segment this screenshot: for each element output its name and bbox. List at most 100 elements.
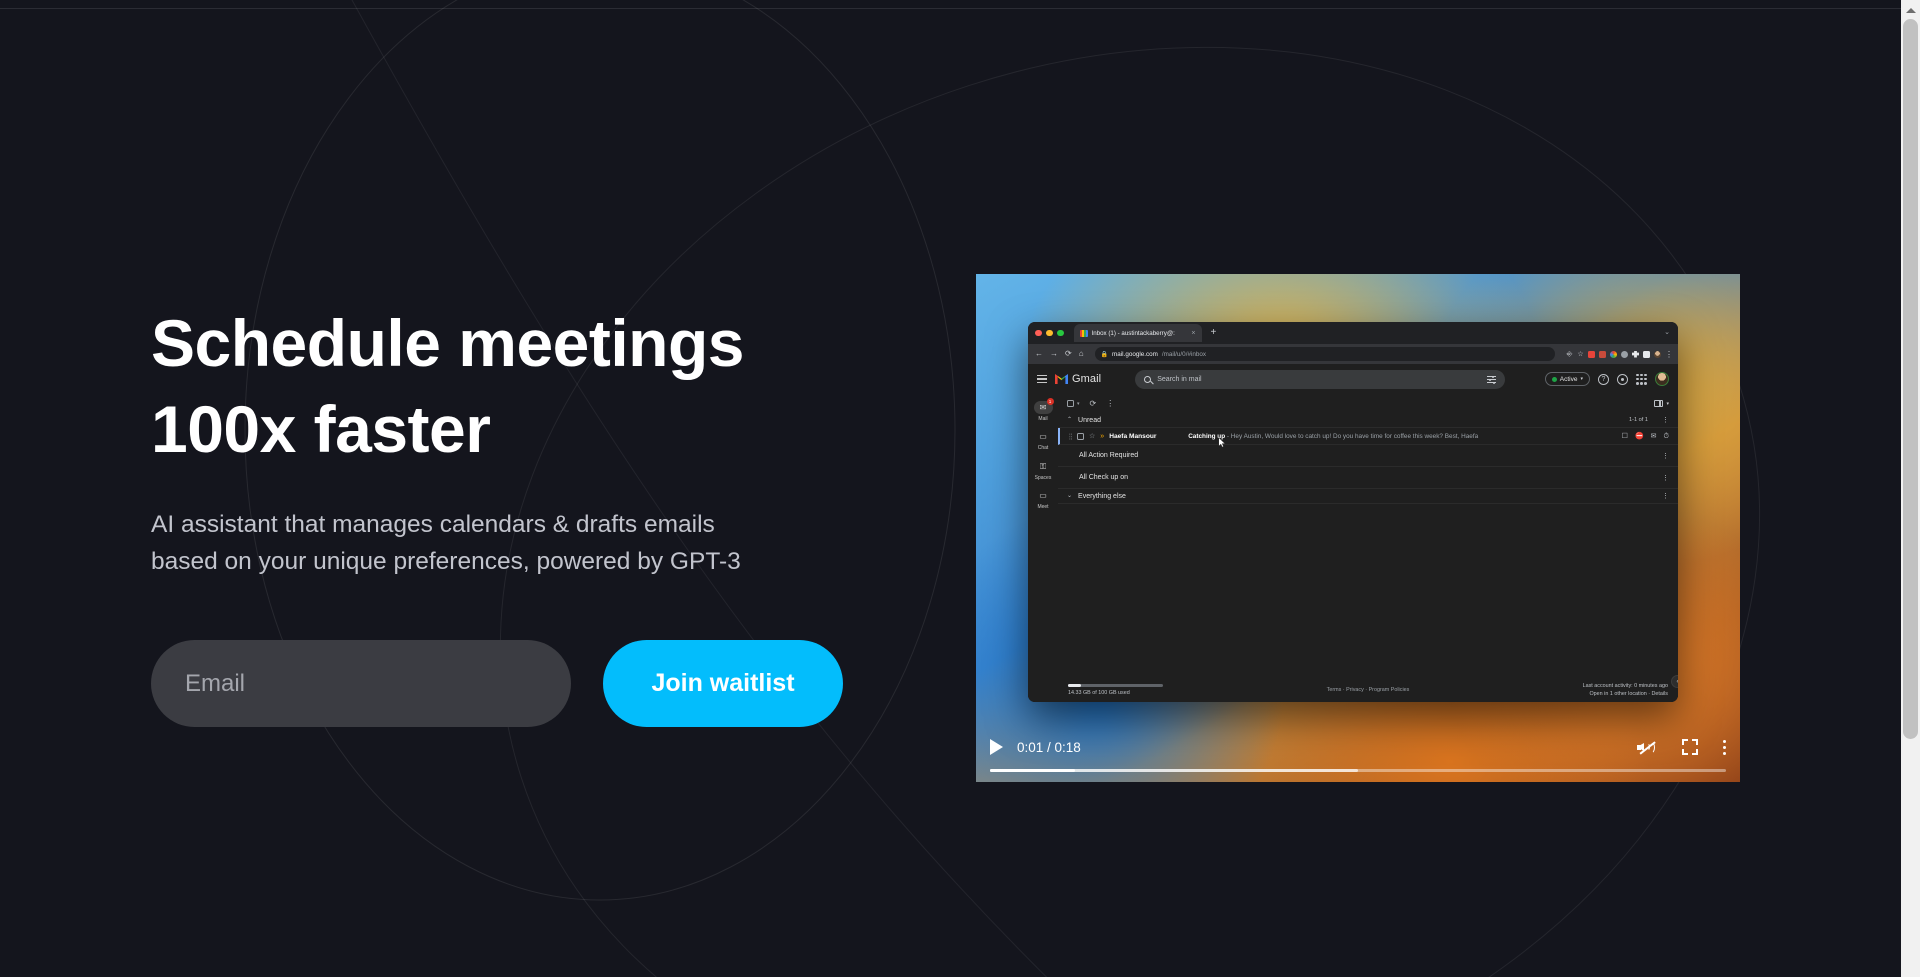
back-icon[interactable]: ← — [1035, 350, 1043, 358]
page-subtitle-line-2: based on your unique preferences, powere… — [151, 548, 741, 575]
email-snippet: Catching up - Hey Austin, Would love to … — [1188, 433, 1608, 440]
gmail-inbox-pane: ▾ ⟳ ⋮ ▾ ⌃ Unread 1-1 of 1 ⋮ ☆ » Haefa Ma… — [1058, 394, 1678, 702]
fullscreen-button[interactable] — [1682, 739, 1698, 755]
section-menu-icon-everything-else[interactable]: ⋮ — [1662, 492, 1669, 500]
mail-unread-badge: 1 — [1046, 398, 1054, 405]
top-divider — [0, 8, 1901, 9]
reload-icon[interactable]: ⟳ — [1065, 350, 1072, 358]
extension-icon-1[interactable] — [1588, 350, 1595, 358]
chrome-window: Inbox (1) - austintackaberry@: × + ⌄ ← →… — [1028, 322, 1678, 702]
video-controls-row: 0:01 / 0:18 — [976, 732, 1740, 762]
section-header-everything-else[interactable]: ⌄ Everything else ⋮ — [1058, 489, 1678, 504]
new-tab-icon[interactable]: + — [1211, 328, 1217, 338]
scrollbar-up-arrow[interactable] — [1901, 0, 1920, 19]
chrome-toolbar: ← → ⟳ ⌂ 🔒 mail.google.com /mail/u/0/#inb… — [1028, 344, 1678, 364]
meet-icon: ▭ — [1034, 490, 1053, 503]
waitlist-form: Join waitlist — [151, 640, 911, 727]
chrome-profile-avatar[interactable] — [1654, 350, 1661, 358]
address-bar[interactable]: 🔒 mail.google.com /mail/u/0/#inbox — [1094, 347, 1555, 361]
sidebar-item-chat[interactable]: ▭ Chat — [1034, 431, 1053, 452]
google-apps-icon[interactable] — [1636, 373, 1647, 385]
video-progress-bar[interactable] — [990, 769, 1726, 772]
extension-icon-4[interactable] — [1621, 350, 1628, 358]
email-list-item[interactable]: ☆ » Haefa Mansour Catching up - Hey Aust… — [1058, 428, 1678, 448]
forward-icon[interactable]: → — [1050, 350, 1058, 358]
refresh-icon[interactable]: ⟳ — [1090, 399, 1097, 408]
split-view-toggle[interactable]: ▾ — [1654, 400, 1669, 407]
side-panel-icon[interactable] — [1643, 350, 1650, 358]
section-all-check-up-on[interactable]: All Check up on ⋮ — [1058, 467, 1678, 489]
demo-video-player[interactable]: Inbox (1) - austintackaberry@: × + ⌄ ← →… — [976, 274, 1740, 782]
email-input[interactable] — [151, 640, 571, 727]
star-icon[interactable]: ☆ — [1089, 433, 1095, 440]
avatar[interactable] — [1655, 372, 1669, 386]
help-icon[interactable]: ? — [1598, 373, 1609, 385]
section-menu-icon-action-required[interactable]: ⋮ — [1662, 452, 1669, 460]
account-activity-line-2[interactable]: Open in 1 other location · Details — [1583, 691, 1668, 697]
important-marker-icon[interactable]: » — [1100, 433, 1104, 440]
extensions-puzzle-icon[interactable] — [1632, 350, 1639, 358]
email-hover-actions: ☐ ⛔ ✉ ⏱ — [1622, 433, 1669, 440]
section-header-unread[interactable]: ⌃ Unread 1-1 of 1 ⋮ — [1058, 413, 1678, 428]
drag-handle-icon[interactable] — [1069, 432, 1072, 440]
meet-glyph: ▭ — [1039, 491, 1047, 500]
section-all-action-required[interactable]: All Action Required ⋮ — [1058, 445, 1678, 467]
close-window-icon[interactable] — [1035, 329, 1042, 337]
minimize-window-icon[interactable] — [1046, 329, 1053, 337]
spaces-icon: ⚿ — [1034, 460, 1053, 473]
email-checkbox[interactable] — [1077, 432, 1084, 440]
select-all-checkbox[interactable] — [1067, 400, 1074, 407]
sidebar-item-chat-label: Chat — [1037, 445, 1049, 451]
section-menu-icon[interactable]: ⋮ — [1662, 416, 1669, 424]
collapse-icon: ⌃ — [1067, 417, 1073, 423]
gmail-header-actions: Active ▾ ? — [1544, 372, 1669, 386]
account-activity-line-1: Last account activity: 0 minutes ago — [1582, 683, 1668, 689]
status-badge[interactable]: Active ▾ — [1544, 372, 1590, 386]
page-scrollbar-thumb[interactable] — [1903, 19, 1918, 739]
video-time-display: 0:01 / 0:18 — [1017, 739, 1081, 755]
chevron-down-icon: ▾ — [1580, 376, 1583, 382]
archive-icon[interactable]: ☐ — [1622, 433, 1628, 440]
share-icon[interactable]: ⎆ — [1566, 351, 1573, 358]
gmail-search-box[interactable]: Search in mail — [1135, 369, 1506, 389]
tab-search-chevron-icon[interactable]: ⌄ — [1664, 328, 1670, 336]
snooze-icon[interactable]: ⏱ — [1664, 433, 1669, 440]
close-tab-icon[interactable]: × — [1191, 330, 1195, 337]
section-title-everything-else: Everything else — [1078, 492, 1126, 500]
chat-glyph: ▭ — [1039, 432, 1047, 441]
footer-links[interactable]: Terms · Privacy · Program Policies — [1327, 687, 1410, 693]
chat-icon: ▭ — [1034, 431, 1053, 444]
status-dot-icon — [1551, 376, 1557, 382]
chrome-menu-icon[interactable]: ⋮ — [1665, 350, 1673, 358]
chrome-tab-bar: Inbox (1) - austintackaberry@: × + ⌄ — [1028, 322, 1678, 344]
sidebar-item-mail[interactable]: ✉ 1 Mail — [1033, 398, 1054, 422]
sidebar-item-meet[interactable]: ▭ Meet — [1034, 490, 1053, 511]
extension-icon-3[interactable] — [1610, 350, 1617, 358]
delete-icon[interactable]: ⛔ — [1635, 433, 1644, 440]
join-waitlist-button[interactable]: Join waitlist — [603, 640, 843, 727]
hero-content: Schedule meetings 100x faster AI assista… — [151, 300, 911, 727]
select-all-chevron-icon[interactable]: ▾ — [1077, 401, 1080, 407]
expand-panel-icon[interactable]: ‹ — [1671, 675, 1678, 688]
search-options-icon[interactable] — [1487, 375, 1497, 384]
gmail-app-rail: ✉ 1 Mail ▭ Chat ⚿ Spaces ▭ Meet — [1028, 394, 1058, 702]
video-menu-button[interactable] — [1723, 739, 1726, 755]
home-icon[interactable]: ⌂ — [1079, 350, 1084, 358]
gear-icon[interactable] — [1617, 373, 1628, 385]
section-menu-icon-check-up[interactable]: ⋮ — [1662, 474, 1669, 482]
url-domain: mail.google.com — [1112, 350, 1158, 358]
spaces-glyph: ⚿ — [1039, 461, 1047, 471]
browser-tab[interactable]: Inbox (1) - austintackaberry@: × — [1073, 324, 1202, 342]
email-preview: Hey Austin, Would love to catch up! Do y… — [1230, 432, 1479, 440]
mouse-cursor-icon — [1218, 437, 1226, 448]
bookmark-star-icon[interactable]: ☆ — [1577, 351, 1584, 358]
more-options-icon[interactable]: ⋮ — [1106, 399, 1114, 408]
expand-icon: ⌄ — [1067, 493, 1073, 499]
maximize-window-icon[interactable] — [1057, 329, 1064, 337]
main-menu-icon[interactable] — [1037, 375, 1047, 383]
play-button[interactable] — [990, 739, 1003, 755]
sidebar-item-spaces[interactable]: ⚿ Spaces — [1034, 460, 1053, 481]
mark-unread-icon[interactable]: ✉ — [1651, 433, 1657, 440]
extension-icon-2[interactable] — [1599, 350, 1606, 358]
mute-button[interactable] — [1637, 739, 1657, 755]
